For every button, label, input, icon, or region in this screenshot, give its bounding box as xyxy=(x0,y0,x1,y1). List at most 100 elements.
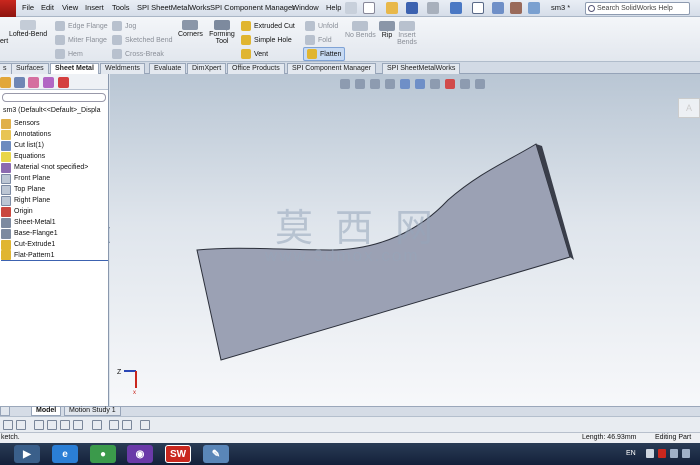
configuration-manager-icon[interactable] xyxy=(28,77,39,88)
select-arrow-icon[interactable] xyxy=(472,2,484,14)
property-manager-icon[interactable] xyxy=(14,77,25,88)
tab-surfaces[interactable]: Surfaces xyxy=(11,63,49,74)
corners-button[interactable]: Corners xyxy=(178,20,203,38)
tab-spi-component-manager[interactable]: SPI Component Manager xyxy=(287,63,376,74)
miter-flange-button[interactable]: Miter Flange xyxy=(55,35,107,45)
tab-evaluate[interactable]: Evaluate xyxy=(149,63,187,74)
tab-spi-sheetmetalworks[interactable]: SPI SheetMetalWorks xyxy=(382,63,461,74)
tree-item-sensors[interactable]: Sensors xyxy=(1,118,40,129)
tab-office-products[interactable]: Office Products xyxy=(227,63,285,74)
media-player-icon[interactable]: ▶ xyxy=(14,445,40,463)
offset-tool-icon[interactable] xyxy=(109,420,119,430)
media-app-icon[interactable]: ◉ xyxy=(127,445,153,463)
unfold-button[interactable]: Unfold xyxy=(305,21,338,31)
sketched-bend-button[interactable]: Sketched Bend xyxy=(112,35,172,45)
tray-network-icon[interactable] xyxy=(670,449,678,458)
menu-spi-component-manager[interactable]: SPI Component Manager xyxy=(210,3,295,12)
cross-break-button[interactable]: Cross-Break xyxy=(112,49,164,59)
tree-item-flat-pattern1[interactable]: Flat-Pattern1 xyxy=(1,250,108,261)
search-input[interactable]: Search SolidWorks Help xyxy=(585,2,690,15)
tree-item-origin[interactable]: Origin xyxy=(1,206,33,217)
menu-insert[interactable]: Insert xyxy=(85,3,104,12)
flatten-button[interactable]: Flatten xyxy=(303,47,346,61)
spline-tool-icon[interactable] xyxy=(60,420,70,430)
trim-tool-icon[interactable] xyxy=(92,420,102,430)
display-manager-icon[interactable] xyxy=(58,77,69,88)
graphics-area[interactable]: A 莫西网 www.3dmox.com Z x xyxy=(110,74,700,406)
options-icon[interactable] xyxy=(528,2,540,14)
sensors-icon xyxy=(1,118,11,129)
forming-tool-button[interactable]: Forming Tool xyxy=(209,20,235,45)
jog-button[interactable]: Jog xyxy=(112,21,136,31)
tree-item-equations[interactable]: Equations xyxy=(1,151,45,162)
flatten-icon xyxy=(307,49,317,59)
smart-dimension-icon[interactable] xyxy=(140,420,150,430)
feature-tree-root[interactable]: sm3 (Default<<Default>_Displa xyxy=(3,107,100,114)
menu-edit[interactable]: Edit xyxy=(41,3,54,12)
internet-explorer-icon[interactable]: e xyxy=(52,445,78,463)
line-tool-icon[interactable] xyxy=(3,420,13,430)
jog-icon xyxy=(112,21,122,31)
tree-item-top-plane[interactable]: Top Plane xyxy=(1,184,45,195)
search-icon xyxy=(588,5,595,12)
rip-button[interactable]: Rip xyxy=(379,21,395,39)
feature-tree-icon[interactable] xyxy=(0,77,11,88)
menu-view[interactable]: View xyxy=(62,3,78,12)
tab-motion-study[interactable]: Motion Study 1 xyxy=(64,407,121,416)
tree-item-sheet-metal1[interactable]: Sheet-Metal1 xyxy=(1,217,56,228)
menu-file[interactable]: File xyxy=(22,3,34,12)
search-placeholder: Search SolidWorks Help xyxy=(597,5,673,12)
print-icon[interactable] xyxy=(427,2,439,14)
tree-item-cut-list[interactable]: Cut list(1) xyxy=(1,140,44,151)
pin-icon[interactable] xyxy=(345,2,357,14)
new-document-icon[interactable] xyxy=(363,2,375,14)
tree-item-base-flange1[interactable]: Base-Flange1 xyxy=(1,228,58,239)
insert-part-button[interactable]: ert xyxy=(0,38,8,45)
save-icon[interactable] xyxy=(406,2,418,14)
tab-dimxpert[interactable]: DimXpert xyxy=(187,63,227,74)
feature-filter-input[interactable] xyxy=(2,93,106,102)
solidworks-taskbar-icon[interactable]: SW xyxy=(165,445,191,463)
menu-help[interactable]: Help xyxy=(326,3,341,12)
tab-weldments[interactable]: Weldments xyxy=(100,63,145,74)
simple-hole-button[interactable]: Simple Hole xyxy=(241,35,292,45)
file-properties-icon[interactable] xyxy=(510,2,522,14)
cross-break-icon xyxy=(112,49,122,59)
circle-tool-icon[interactable] xyxy=(34,420,44,430)
menu-tools[interactable]: Tools xyxy=(112,3,130,12)
tab-sheet-metal[interactable]: Sheet Metal xyxy=(50,63,99,74)
undo-icon[interactable] xyxy=(450,2,462,14)
tree-item-annotations[interactable]: Annotations xyxy=(1,129,51,140)
hem-button[interactable]: Hem xyxy=(55,49,83,59)
extruded-cut-button[interactable]: Extruded Cut xyxy=(241,21,295,31)
paint-icon[interactable]: ✎ xyxy=(203,445,229,463)
no-bends-button[interactable]: No Bends xyxy=(345,21,376,39)
tab-model[interactable]: Model xyxy=(31,407,62,416)
vent-button[interactable]: Vent xyxy=(241,49,268,59)
rectangle-tool-icon[interactable] xyxy=(16,420,26,430)
fold-button[interactable]: Fold xyxy=(305,35,332,45)
language-indicator[interactable]: EN xyxy=(626,450,636,457)
tree-item-cut-extrude1[interactable]: Cut-Extrude1 xyxy=(1,239,55,250)
menu-window[interactable]: Window xyxy=(292,3,319,12)
tree-item-right-plane[interactable]: Right Plane xyxy=(1,195,50,206)
chrome-icon[interactable]: ● xyxy=(90,445,116,463)
arc-tool-icon[interactable] xyxy=(47,420,57,430)
rebuild-icon[interactable] xyxy=(492,2,504,14)
point-tool-icon[interactable] xyxy=(73,420,83,430)
dimxpert-manager-icon[interactable] xyxy=(43,77,54,88)
tray-volume-icon[interactable] xyxy=(682,449,690,458)
menu-spi-sheetmetalworks[interactable]: SPI SheetMetalWorks xyxy=(137,3,210,12)
edge-flange-button[interactable]: Edge Flange xyxy=(55,21,108,31)
tree-item-material[interactable]: Material <not specified> xyxy=(1,162,88,173)
insert-bends-button[interactable]: Insert Bends xyxy=(396,21,418,46)
tab-features[interactable]: s xyxy=(0,63,12,74)
tab-scroll-left[interactable] xyxy=(0,407,10,416)
lofted-bend-button[interactable]: Lofted-Bend xyxy=(9,20,47,38)
tray-flag-icon[interactable] xyxy=(646,449,654,458)
tray-security-icon[interactable] xyxy=(658,449,666,458)
tree-item-front-plane[interactable]: Front Plane xyxy=(1,173,50,184)
mirror-tool-icon[interactable] xyxy=(122,420,132,430)
open-folder-icon[interactable] xyxy=(386,2,398,14)
solidworks-logo-icon[interactable] xyxy=(0,0,16,17)
